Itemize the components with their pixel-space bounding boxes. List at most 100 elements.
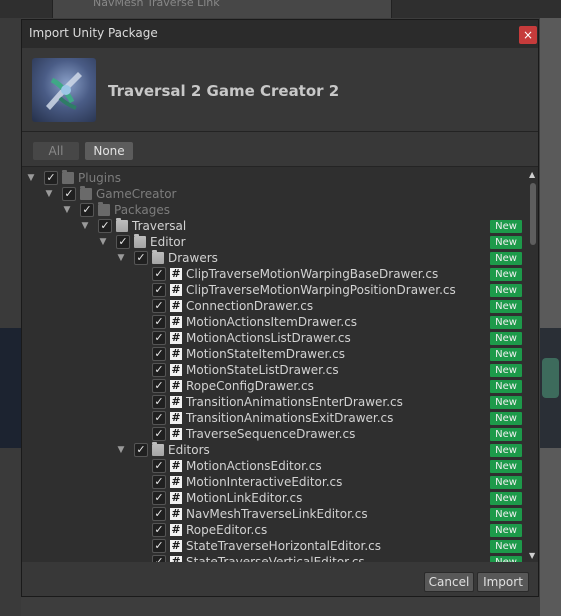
tree-file-row[interactable]: ✓ # RopeConfigDrawer.cs New	[22, 378, 527, 394]
background-right-panel	[540, 18, 561, 616]
tree-file-row[interactable]: ✓ # ConnectionDrawer.cs New	[22, 298, 527, 314]
tree-item-label: Packages	[114, 203, 170, 217]
folder-icon	[98, 202, 110, 216]
expand-arrow-icon[interactable]: ▼	[62, 203, 72, 217]
tree-folder-row[interactable]: ▼ ✓ Editor New	[22, 234, 527, 250]
background-window-title: NavMesh Traverse Link	[93, 0, 220, 9]
csharp-script-icon: #	[170, 331, 182, 344]
include-checkbox[interactable]: ✓	[152, 347, 166, 361]
include-checkbox[interactable]: ✓	[152, 539, 166, 553]
tree-scrollbar[interactable]: ▲ ▼	[528, 167, 538, 563]
expand-arrow-icon[interactable]: ▼	[116, 443, 126, 457]
tree-folder-row[interactable]: ▼ ✓ Traversal New	[22, 218, 527, 234]
scroll-down-icon[interactable]: ▼	[529, 551, 535, 560]
expand-arrow-icon[interactable]: ▼	[26, 171, 36, 185]
new-badge: New	[490, 348, 522, 361]
new-badge: New	[490, 316, 522, 329]
import-package-dialog: Import Unity Package × Traversal 2 Game …	[21, 19, 539, 597]
csharp-script-icon: #	[170, 315, 182, 328]
include-checkbox[interactable]: ✓	[152, 507, 166, 521]
tree-item-label: MotionActionsEditor.cs	[186, 459, 322, 473]
import-button[interactable]: Import	[477, 572, 529, 592]
include-checkbox[interactable]: ✓	[152, 267, 166, 281]
include-checkbox[interactable]: ✓	[44, 171, 58, 185]
tree-file-row[interactable]: ✓ # MotionStateListDrawer.cs New	[22, 362, 527, 378]
tree-folder-row[interactable]: ▼ ✓ Editors New	[22, 442, 527, 458]
tree-file-row[interactable]: ✓ # RopeEditor.cs New	[22, 522, 527, 538]
include-checkbox[interactable]: ✓	[152, 523, 166, 537]
select-none-button[interactable]: None	[85, 142, 133, 160]
new-badge: New	[490, 300, 522, 313]
csharp-script-icon: #	[170, 395, 182, 408]
tree-item-label: MotionLinkEditor.cs	[186, 491, 303, 505]
tree-folder-row[interactable]: ▼ ✓ Plugins	[22, 170, 527, 186]
csharp-script-icon: #	[170, 427, 182, 440]
tree-file-row[interactable]: ✓ # MotionActionsItemDrawer.cs New	[22, 314, 527, 330]
tree-folder-row[interactable]: ▼ ✓ Drawers New	[22, 250, 527, 266]
selection-bar: All None	[22, 140, 538, 162]
tree-file-row[interactable]: ✓ # ClipTraverseMotionWarpingBaseDrawer.cs…	[22, 266, 527, 282]
new-badge: New	[490, 428, 522, 441]
select-all-button[interactable]: All	[33, 142, 79, 160]
csharp-script-icon: #	[170, 267, 182, 280]
tree-file-row[interactable]: ✓ # TraverseSequenceDrawer.cs New	[22, 426, 527, 442]
include-checkbox[interactable]: ✓	[134, 443, 148, 457]
expand-arrow-icon[interactable]: ▼	[116, 251, 126, 265]
tree-file-row[interactable]: ✓ # TransitionAnimationsExitDrawer.cs New	[22, 410, 527, 426]
include-checkbox[interactable]: ✓	[116, 235, 130, 249]
new-badge: New	[490, 460, 522, 473]
include-checkbox[interactable]: ✓	[152, 491, 166, 505]
csharp-script-icon: #	[170, 475, 182, 488]
include-checkbox[interactable]: ✓	[152, 475, 166, 489]
include-checkbox[interactable]: ✓	[80, 203, 94, 217]
tree-item-label: TraverseSequenceDrawer.cs	[186, 427, 356, 441]
dialog-footer: Cancel Import	[22, 562, 538, 596]
include-checkbox[interactable]: ✓	[152, 379, 166, 393]
cancel-button[interactable]: Cancel	[424, 572, 474, 592]
tree-item-label: Plugins	[78, 171, 121, 185]
include-checkbox[interactable]: ✓	[152, 395, 166, 409]
tree-file-row[interactable]: ✓ # StateTraverseHorizontalEditor.cs New	[22, 538, 527, 554]
include-checkbox[interactable]: ✓	[134, 251, 148, 265]
tree-item-label: NavMeshTraverseLinkEditor.cs	[186, 507, 368, 521]
include-checkbox[interactable]: ✓	[152, 411, 166, 425]
include-checkbox[interactable]: ✓	[152, 427, 166, 441]
include-checkbox[interactable]: ✓	[152, 299, 166, 313]
tree-item-label: MotionStateItemDrawer.cs	[186, 347, 345, 361]
include-checkbox[interactable]: ✓	[152, 283, 166, 297]
tree-file-row[interactable]: ✓ # MotionStateItemDrawer.cs New	[22, 346, 527, 362]
package-logo-image	[32, 58, 96, 122]
csharp-script-icon: #	[170, 507, 182, 520]
include-checkbox[interactable]: ✓	[98, 219, 112, 233]
include-checkbox[interactable]: ✓	[152, 331, 166, 345]
expand-arrow-icon[interactable]: ▼	[44, 187, 54, 201]
new-badge: New	[490, 284, 522, 297]
include-checkbox[interactable]: ✓	[62, 187, 76, 201]
tree-file-row[interactable]: ✓ # MotionInteractiveEditor.cs New	[22, 474, 527, 490]
expand-arrow-icon[interactable]: ▼	[98, 235, 108, 249]
new-badge: New	[490, 220, 522, 233]
scrollbar-thumb[interactable]	[530, 183, 536, 245]
folder-icon	[152, 250, 164, 264]
dialog-titlebar[interactable]: Import Unity Package ×	[22, 20, 538, 48]
tree-file-row[interactable]: ✓ # MotionActionsEditor.cs New	[22, 458, 527, 474]
csharp-script-icon: #	[170, 491, 182, 504]
include-checkbox[interactable]: ✓	[152, 315, 166, 329]
new-badge: New	[490, 396, 522, 409]
tree-folder-row[interactable]: ▼ ✓ GameCreator	[22, 186, 527, 202]
tree-file-row[interactable]: ✓ # MotionLinkEditor.cs New	[22, 490, 527, 506]
tree-folder-row[interactable]: ▼ ✓ Packages	[22, 202, 527, 218]
tree-file-row[interactable]: ✓ # NavMeshTraverseLinkEditor.cs New	[22, 506, 527, 522]
tree-item-label: TransitionAnimationsEnterDrawer.cs	[186, 395, 403, 409]
tree-file-row[interactable]: ✓ # MotionActionsListDrawer.cs New	[22, 330, 527, 346]
include-checkbox[interactable]: ✓	[152, 363, 166, 377]
tree-file-row[interactable]: ✓ # ClipTraverseMotionWarpingPositionDrawe…	[22, 282, 527, 298]
tree-file-row[interactable]: ✓ # TransitionAnimationsEnterDrawer.cs New	[22, 394, 527, 410]
expand-arrow-icon[interactable]: ▼	[80, 219, 90, 233]
include-checkbox[interactable]: ✓	[152, 459, 166, 473]
scroll-up-icon[interactable]: ▲	[529, 170, 535, 179]
new-badge: New	[490, 508, 522, 521]
csharp-script-icon: #	[170, 539, 182, 552]
close-button[interactable]: ×	[519, 26, 537, 44]
package-title: Traversal 2 Game Creator 2	[108, 82, 340, 100]
